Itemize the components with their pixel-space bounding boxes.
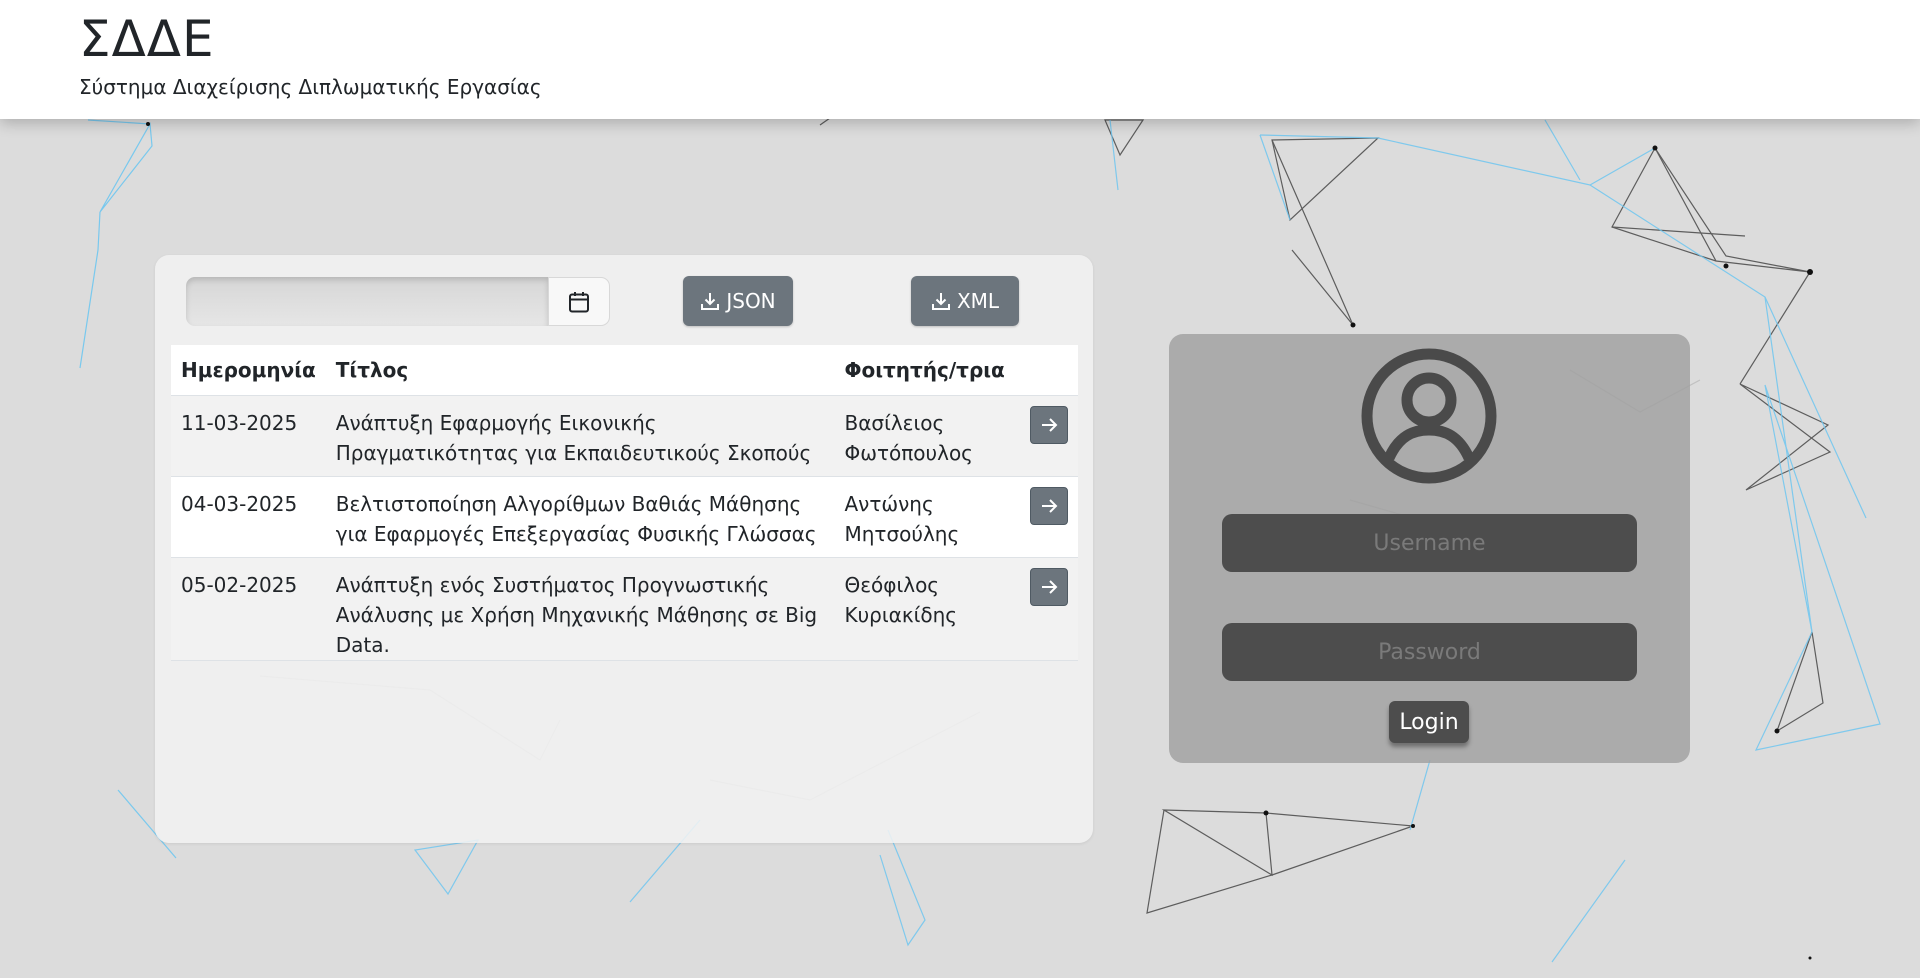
export-json-label: JSON — [726, 289, 776, 313]
cell-student: Θεόφιλος Κυριακίδης — [834, 557, 1019, 661]
login-button[interactable]: Login — [1389, 701, 1469, 743]
arrow-right-icon — [1042, 417, 1058, 432]
cell-student: Αντώνης Μητσούλης — [834, 476, 1019, 558]
top-header: ΣΔΔΕ Σύστημα Διαχείρισης Διπλωματικής Ερ… — [0, 0, 1920, 119]
username-input[interactable] — [1222, 514, 1637, 572]
cell-title: Ανάπτυξη ενός Συστήματος Προγνωστικής Αν… — [325, 557, 835, 661]
download-icon — [931, 293, 950, 310]
column-header-title: Τίτλος — [325, 345, 835, 396]
column-header-action — [1018, 345, 1078, 396]
cell-action — [1018, 395, 1078, 477]
arrow-right-icon — [1042, 579, 1058, 594]
user-circle-icon — [1361, 348, 1497, 484]
arrow-right-icon — [1042, 498, 1058, 513]
view-thesis-button[interactable] — [1030, 486, 1068, 525]
cell-action — [1018, 557, 1078, 661]
cell-title: Ανάπτυξη Εφαρμογής Εικονικής Πραγματικότ… — [325, 395, 835, 477]
password-input[interactable] — [1222, 623, 1637, 681]
column-header-date: Ημερομηνία — [171, 345, 326, 396]
table-row: 05-02-2025 Ανάπτυξη ενός Συστήματος Προγ… — [171, 557, 1078, 661]
column-header-student: Φοιτητής/τρια — [834, 345, 1019, 396]
view-thesis-button[interactable] — [1030, 405, 1068, 444]
export-xml-label: XML — [956, 289, 1000, 313]
login-panel: Login — [1169, 334, 1690, 763]
cell-date: 04-03-2025 — [171, 476, 326, 558]
app-title: ΣΔΔΕ — [79, 10, 215, 68]
date-filter — [186, 277, 610, 326]
cell-student: Βασίλειος Φωτόπουλος — [834, 395, 1019, 477]
theses-panel: JSON XML Ημερομηνία Τίτλος Φοιτητής/τρια… — [155, 255, 1093, 843]
cell-title: Βελτιστοποίηση Αλγορίθμων Βαθιάς Μάθησης… — [325, 476, 835, 558]
cell-date: 11-03-2025 — [171, 395, 326, 477]
table-row: 04-03-2025 Βελτιστοποίηση Αλγορίθμων Βαθ… — [171, 476, 1078, 558]
export-json-button[interactable]: JSON — [683, 276, 793, 326]
calendar-button[interactable] — [548, 277, 610, 326]
export-xml-button[interactable]: XML — [911, 276, 1019, 326]
download-icon — [701, 293, 720, 310]
cell-date: 05-02-2025 — [171, 557, 326, 661]
view-thesis-button[interactable] — [1030, 567, 1068, 606]
calendar-icon — [569, 291, 589, 312]
theses-table: Ημερομηνία Τίτλος Φοιτητής/τρια 11-03-20… — [171, 345, 1078, 661]
table-header-row: Ημερομηνία Τίτλος Φοιτητής/τρια — [171, 345, 1078, 396]
date-input[interactable] — [186, 277, 548, 326]
app-subtitle: Σύστημα Διαχείρισης Διπλωματικής Εργασία… — [79, 75, 542, 99]
table-row: 11-03-2025 Ανάπτυξη Εφαρμογής Εικονικής … — [171, 395, 1078, 477]
cell-action — [1018, 476, 1078, 558]
